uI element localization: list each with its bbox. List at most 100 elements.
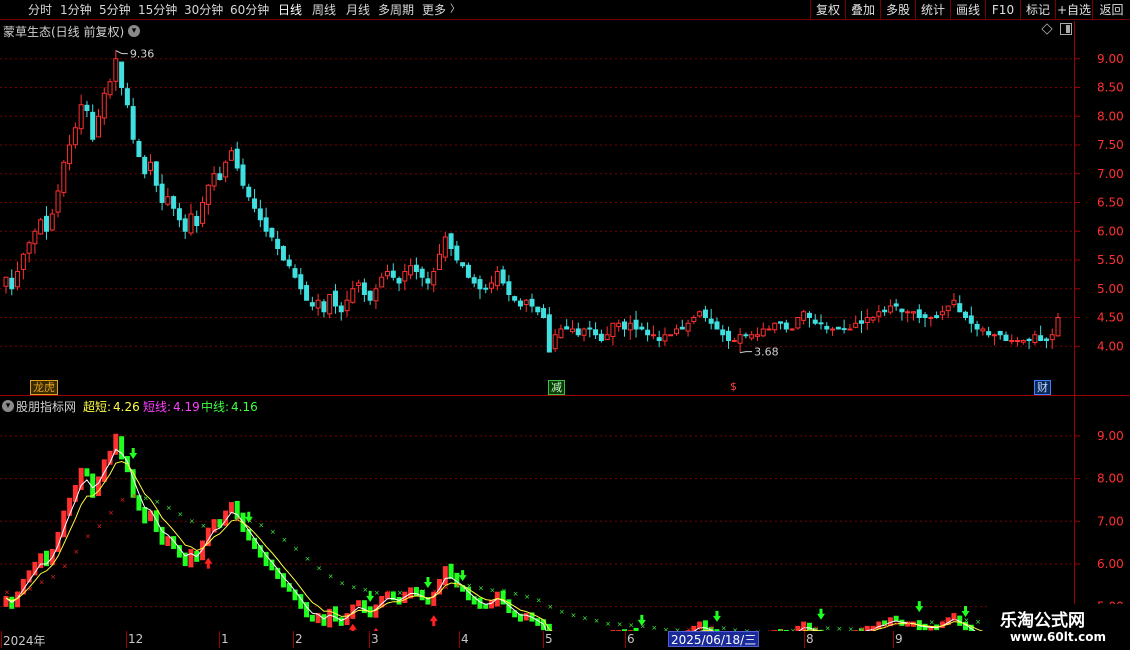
- candle-body: [136, 141, 142, 158]
- candle-body: [581, 328, 587, 336]
- candle-body: [1049, 334, 1055, 341]
- main-kline-panel[interactable]: ▾ 蒙草生态(日线 前复权) 4.00 4.50 5.00 5.50 6.00 6.50 7…: [0, 21, 1130, 395]
- indicator-bar: [165, 536, 171, 547]
- candle-body: [275, 238, 281, 249]
- candle-body: [945, 305, 951, 312]
- candle-body: [124, 88, 130, 106]
- sell-arrow-icon: [915, 601, 924, 613]
- candle-body: [674, 328, 680, 335]
- candle-body: [968, 315, 974, 324]
- period-tab-3[interactable]: 15分钟: [138, 2, 177, 18]
- main-y-label-7: 7.50: [1097, 138, 1124, 152]
- toolbar-button-1[interactable]: 叠加: [845, 0, 880, 20]
- toolbar-button-2[interactable]: 多股: [880, 0, 915, 20]
- candle-body: [662, 334, 668, 342]
- candle-body: [760, 328, 766, 337]
- indicator-bar: [523, 613, 529, 621]
- crosshair-date-label: 2025/06/18/三: [668, 631, 760, 647]
- buy-arrow-icon: [204, 557, 213, 569]
- period-tab-7[interactable]: 周线: [312, 2, 336, 18]
- candle-body: [1026, 338, 1032, 341]
- trend-dot: ×: [605, 620, 611, 628]
- more-chevron-icon[interactable]: 〉: [450, 2, 460, 18]
- candle-body: [645, 329, 651, 336]
- candle-body: [15, 271, 21, 288]
- sell-arrow-icon: [423, 577, 432, 589]
- candle-body: [910, 311, 916, 314]
- candle-body: [963, 311, 969, 319]
- period-tab-0[interactable]: 分时: [28, 2, 52, 18]
- trend-dot: ×: [316, 565, 322, 573]
- candle-body: [853, 322, 859, 328]
- candle-body: [448, 233, 454, 250]
- candle-body: [431, 271, 437, 286]
- trend-dot: ×: [397, 589, 403, 597]
- candle-body: [864, 317, 870, 324]
- indicator-chart[interactable]: 5.006.007.008.009.00××××××××××××××××××××…: [0, 396, 1130, 631]
- candle-body: [593, 329, 599, 336]
- toolbar-button-0[interactable]: 复权: [810, 0, 845, 20]
- trend-dot: ×: [547, 603, 553, 611]
- toolbar-button-8[interactable]: 返回: [1092, 0, 1130, 20]
- toolbar-button-3[interactable]: 统计: [915, 0, 950, 20]
- period-tab-2[interactable]: 5分钟: [99, 2, 131, 18]
- trend-dot: ×: [952, 616, 958, 624]
- candle-body: [893, 303, 899, 307]
- trend-dot: ×: [131, 492, 137, 500]
- candle-body: [720, 329, 726, 336]
- low-price-label: 3.68: [754, 346, 779, 359]
- candle-body: [257, 208, 263, 221]
- candle-body: [650, 334, 656, 337]
- trend-dot: ×: [617, 621, 623, 629]
- candle-body: [899, 308, 905, 313]
- period-tab-5[interactable]: 60分钟: [230, 2, 269, 18]
- period-tab-1[interactable]: 1分钟: [60, 2, 92, 18]
- trend-dot: ×: [143, 495, 149, 503]
- toolbar-button-6[interactable]: 标记: [1020, 0, 1055, 20]
- candle-body: [142, 156, 148, 175]
- ind-y-label-2: 7.00: [1097, 514, 1124, 528]
- indicator-bar: [477, 597, 483, 609]
- candle-body: [252, 198, 258, 209]
- toolbar-button-4[interactable]: 画线: [950, 0, 985, 20]
- period-tab-6[interactable]: 日线: [278, 2, 302, 18]
- lhb-tag[interactable]: 龙虎: [30, 380, 58, 395]
- dividend-tag[interactable]: $: [728, 380, 739, 393]
- candle-body: [749, 334, 755, 339]
- candle-body: [38, 219, 44, 235]
- period-tab-8[interactable]: 月线: [346, 2, 370, 18]
- finance-tag[interactable]: 财: [1034, 380, 1051, 395]
- candle-body: [737, 334, 743, 344]
- x-label-8: 8: [806, 632, 814, 646]
- trend-dot: ×: [524, 593, 530, 601]
- candle-body: [610, 322, 616, 337]
- candle-body: [922, 314, 928, 319]
- trend-dot: ×: [212, 521, 218, 529]
- toolbar-button-5[interactable]: F10: [985, 0, 1020, 20]
- candle-body: [200, 202, 206, 224]
- candle-body: [20, 253, 26, 270]
- kline-chart[interactable]: 4.00 4.50 5.00 5.50 6.00 6.50 7.00 7.50 8.00 8.50…: [0, 21, 1130, 395]
- indicator-panel[interactable]: ▾ 股朋指标网 超短:4.26 短线:4.19 中线:4.16 5.006.00…: [0, 396, 1130, 631]
- candle-body: [726, 330, 732, 341]
- period-tab-9[interactable]: 多周期: [378, 2, 414, 18]
- candle-body: [205, 184, 211, 205]
- candle-body: [1009, 340, 1015, 342]
- main-y-label-2: 5.00: [1097, 282, 1124, 296]
- toolbar-button-7[interactable]: +自选: [1055, 0, 1092, 20]
- reduce-tag[interactable]: 减: [548, 380, 565, 395]
- watermark-title: 乐淘公式网: [1000, 611, 1085, 631]
- candle-body: [801, 311, 807, 321]
- candle-body: [9, 277, 15, 290]
- candle-body: [246, 186, 252, 198]
- period-tab-10[interactable]: 更多: [422, 2, 446, 18]
- candle-body: [119, 61, 125, 88]
- trend-dot: ×: [39, 579, 45, 587]
- candle-body: [292, 268, 298, 278]
- candle-body: [905, 311, 911, 314]
- sell-arrow-icon: [817, 608, 826, 620]
- period-tab-4[interactable]: 30分钟: [184, 2, 223, 18]
- candle-body: [465, 264, 471, 278]
- trend-dot: ×: [420, 588, 426, 596]
- candle-body: [234, 148, 240, 169]
